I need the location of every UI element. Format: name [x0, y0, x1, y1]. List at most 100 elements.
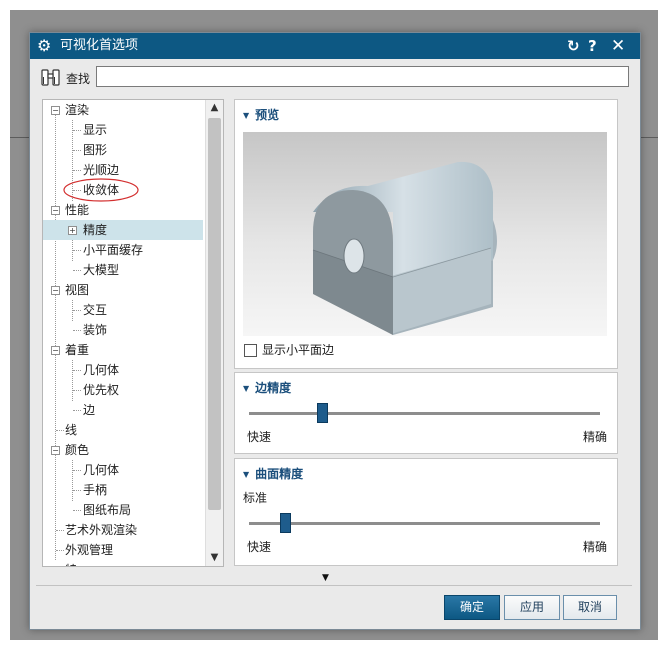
tree-item-label: 交互 — [83, 303, 108, 317]
tree-item-render[interactable]: − 渲染 — [43, 100, 203, 120]
tree-item-label: 手柄 — [83, 483, 108, 497]
tree-connector — [73, 470, 81, 471]
tree-item-handle[interactable]: 手柄 — [43, 480, 203, 500]
surface-precision-section: ▼ 曲面精度 标准 快速 精确 — [234, 458, 618, 566]
tree-connector — [73, 150, 81, 151]
tree-item-view[interactable]: − 视图 — [43, 280, 203, 300]
preview-model — [312, 161, 497, 335]
scroll-thumb[interactable] — [208, 118, 221, 510]
tree-item-label: 几何体 — [83, 363, 120, 377]
tree-item-priority[interactable]: 优先权 — [43, 380, 203, 400]
edge-precision-section: ▼ 边精度 快速 精确 — [234, 372, 618, 454]
tree-item-line[interactable]: 线 — [43, 420, 203, 440]
tree-item-label: 优先权 — [83, 383, 120, 397]
scroll-up-icon[interactable]: ▲ — [206, 100, 223, 116]
tree-connector — [56, 550, 64, 551]
tree-item-decoration[interactable]: 装饰 — [43, 320, 203, 340]
binoculars-icon — [41, 69, 60, 86]
preview-header[interactable]: ▼ 预览 — [243, 106, 279, 123]
tree-connector — [73, 370, 81, 371]
find-input[interactable] — [96, 66, 629, 87]
tree-connector — [73, 490, 81, 491]
tree-item-label: 显示 — [83, 123, 108, 137]
tree-scrollbar[interactable]: ▲ ▼ — [205, 100, 223, 566]
tree-item-performance[interactable]: − 性能 — [43, 200, 203, 220]
tree-connector — [73, 310, 81, 311]
edge-precision-min-label: 快速 — [247, 430, 272, 444]
find-label: 查找 — [66, 72, 91, 86]
tree-connector — [73, 270, 81, 271]
tree-connector — [56, 430, 64, 431]
edge-precision-header[interactable]: ▼ 边精度 — [243, 379, 291, 396]
visualization-preferences-dialog: ⚙ 可视化首选项 ↻ ? ✕ 查找 − 渲染 显示 图形 光顺边 收敛体 − 性… — [29, 32, 641, 630]
tree-item-color-geometry[interactable]: 几何体 — [43, 460, 203, 480]
tree-connector — [73, 510, 81, 511]
surface-precision-header[interactable]: ▼ 曲面精度 — [243, 465, 303, 482]
reset-icon[interactable]: ↻ — [567, 33, 580, 59]
ok-button[interactable]: 确定 — [444, 595, 500, 620]
tree-item-label: 线 — [65, 423, 78, 437]
gear-icon: ⚙ — [37, 36, 52, 55]
tree-item-large-model[interactable]: 大模型 — [43, 260, 203, 280]
show-facet-edges-checkbox[interactable] — [244, 344, 257, 357]
tree-connector — [73, 130, 81, 131]
collapse-icon[interactable]: − — [51, 206, 60, 215]
help-icon[interactable]: ? — [588, 33, 597, 59]
preview-section: ▼ 预览 显示小平面边 — [234, 99, 618, 369]
tree-item-artistic-rendering[interactable]: 艺术外观渲染 — [43, 520, 203, 540]
tree-connector — [73, 170, 81, 171]
close-icon[interactable]: ✕ — [611, 33, 625, 59]
edge-precision-max-label: 精确 — [583, 430, 608, 444]
more-options-icon[interactable]: ▼ — [322, 573, 329, 583]
surface-precision-max-label: 精确 — [583, 540, 608, 554]
tree-item-label: 性能 — [65, 203, 90, 217]
tree-item-precision[interactable]: + 精度 — [43, 220, 203, 240]
tree-item-label: 特 — [65, 560, 77, 566]
tree-connector — [56, 530, 64, 531]
tree-item-label: 大模型 — [83, 263, 120, 277]
tree-connector — [73, 250, 81, 251]
collapse-triangle-icon: ▼ — [243, 111, 250, 120]
tree-item-label: 外观管理 — [65, 543, 114, 557]
collapse-icon[interactable]: − — [51, 446, 60, 455]
tree-item-label: 着重 — [65, 343, 90, 357]
category-tree: − 渲染 显示 图形 光顺边 收敛体 − 性能 + 精度 小平面缓存 大模型 −… — [42, 99, 224, 567]
edge-precision-slider-thumb[interactable] — [317, 403, 328, 423]
apply-button[interactable]: 应用 — [504, 595, 560, 620]
tree-item-graphics[interactable]: 图形 — [43, 140, 203, 160]
tree-item-label: 边 — [83, 403, 96, 417]
edge-precision-header-label: 边精度 — [255, 381, 292, 395]
collapse-triangle-icon: ▼ — [243, 384, 250, 393]
collapse-icon[interactable]: − — [51, 286, 60, 295]
scroll-down-icon[interactable]: ▼ — [206, 550, 223, 566]
tree-connector — [73, 410, 81, 411]
cancel-button[interactable]: 取消 — [563, 595, 617, 620]
tree-item-display[interactable]: 显示 — [43, 120, 203, 140]
tree-item-edge[interactable]: 边 — [43, 400, 203, 420]
collapse-icon[interactable]: − — [51, 346, 60, 355]
preview-header-label: 预览 — [255, 108, 280, 122]
tree-item-facet-cache[interactable]: 小平面缓存 — [43, 240, 203, 260]
expand-icon[interactable]: + — [68, 226, 77, 235]
show-facet-edges-label: 显示小平面边 — [262, 343, 335, 357]
tree-item-color[interactable]: − 颜色 — [43, 440, 203, 460]
find-row: 查找 — [30, 63, 640, 93]
tree-item-partial[interactable]: 特 — [43, 560, 203, 566]
tree-item-geometry[interactable]: 几何体 — [43, 360, 203, 380]
tree-item-interaction[interactable]: 交互 — [43, 300, 203, 320]
collapse-icon[interactable]: − — [51, 106, 60, 115]
tree-item-drawing-layout[interactable]: 图纸布局 — [43, 500, 203, 520]
tree-item-label: 几何体 — [83, 463, 120, 477]
tree-item-label: 视图 — [65, 283, 90, 297]
tree-item-label: 渲染 — [65, 103, 90, 117]
tree-item-appearance-management[interactable]: 外观管理 — [43, 540, 203, 560]
tree-connector — [73, 330, 81, 331]
surface-precision-min-label: 快速 — [247, 540, 272, 554]
preview-viewport — [243, 132, 607, 336]
surface-precision-slider-thumb[interactable] — [279, 513, 291, 533]
footer-divider — [36, 585, 632, 586]
tree-item-emphasis[interactable]: − 着重 — [43, 340, 203, 360]
tree-item-label: 图形 — [83, 143, 108, 157]
surface-precision-slider-track[interactable] — [249, 522, 600, 525]
edge-precision-slider-track[interactable] — [249, 412, 600, 415]
